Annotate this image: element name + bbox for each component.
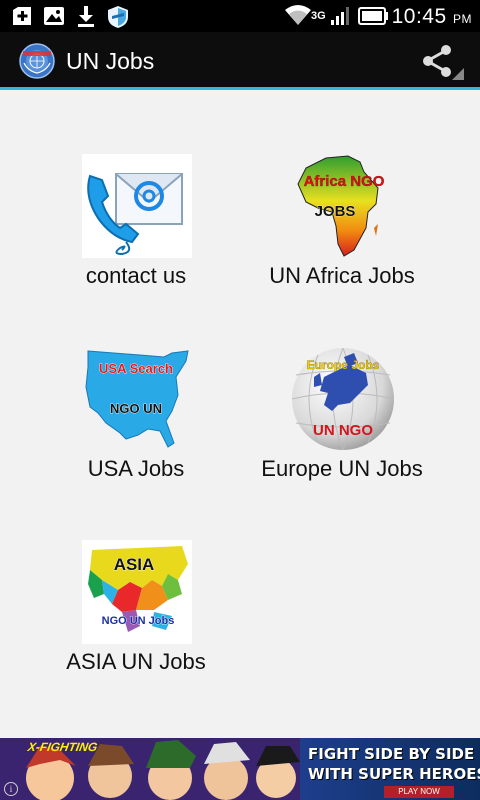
contact-thumbnail	[82, 154, 192, 258]
usa-subtitle-text: NGO UN	[110, 401, 162, 416]
europe-title-text: Europe Jobs	[307, 358, 380, 372]
grid-item-label: Europe UN Jobs	[261, 456, 423, 481]
grid-item-contact-us[interactable]: contact us	[26, 154, 246, 314]
ad-info-icon[interactable]: i	[4, 782, 18, 796]
ad-play-now-button[interactable]: PLAY NOW	[384, 786, 454, 798]
asia-title-text: ASIA	[114, 555, 155, 574]
europe-globe-icon: Europe Jobs UN NGO	[291, 347, 395, 451]
usa-map-icon: USA Search NGO UN	[85, 350, 189, 448]
asia-thumbnail: ASIA NGO UN Jobs	[82, 540, 192, 644]
add-box-icon	[13, 7, 31, 25]
network-type-label: 3G	[311, 10, 326, 22]
grid-item-un-africa-jobs[interactable]: Africa NGO JOBS UN Africa Jobs	[232, 154, 452, 314]
app-title: UN Jobs	[66, 48, 155, 74]
europe-thumbnail: Europe Jobs UN NGO	[288, 347, 398, 451]
grid-item-asia-un-jobs[interactable]: ASIA NGO UN Jobs ASIA UN Jobs	[26, 540, 246, 700]
asia-subtitle-text: NGO UN Jobs	[102, 615, 175, 627]
status-bar: 3G 10:45 PM	[0, 0, 480, 32]
share-button[interactable]	[418, 42, 466, 82]
europe-subtitle-text: UN NGO	[313, 422, 373, 439]
clock: 10:45 PM	[392, 5, 472, 29]
battery-icon	[358, 7, 388, 25]
africa-map-icon: Africa NGO JOBS	[297, 155, 385, 257]
ad-banner[interactable]: X-FIGHTING FIGHT SIDE BY SIDE WITH SUPER…	[0, 738, 480, 800]
grid-item-usa-jobs[interactable]: USA Search NGO UN USA Jobs	[26, 347, 246, 507]
action-bar: UN Jobs	[0, 32, 480, 90]
app-logo-icon[interactable]	[19, 43, 55, 79]
share-icon	[423, 45, 464, 80]
shield-icon	[108, 6, 128, 28]
usa-thumbnail: USA Search NGO UN	[82, 347, 192, 451]
grid-item-label: ASIA UN Jobs	[66, 649, 206, 674]
download-icon	[78, 6, 94, 27]
asia-map-icon: ASIA NGO UN Jobs	[88, 546, 188, 632]
africa-thumbnail: Africa NGO JOBS	[288, 154, 398, 258]
grid-item-europe-un-jobs[interactable]: Europe Jobs UN NGO Europe UN Jobs	[232, 347, 452, 507]
usa-title-text: USA Search	[99, 361, 173, 376]
contact-phone-mail-icon	[87, 173, 183, 256]
grid-item-label: UN Africa Jobs	[269, 263, 415, 288]
app-screen: 3G 10:45 PM UN Jobs contact us Africa NG…	[0, 0, 480, 800]
wifi-icon	[285, 5, 311, 25]
ad-brand: X-FIGHTING	[26, 740, 99, 754]
grid-item-label: USA Jobs	[87, 456, 185, 481]
clock-ampm: PM	[453, 12, 472, 26]
africa-title-text: Africa NGO	[304, 173, 385, 190]
signal-icon	[331, 7, 349, 25]
clock-time: 10:45	[391, 5, 447, 28]
ad-headline-2: WITH SUPER HEROES	[308, 765, 480, 783]
ad-headline-1: FIGHT SIDE BY SIDE	[308, 745, 475, 763]
image-icon	[44, 7, 64, 25]
africa-jobs-text: JOBS	[315, 203, 356, 220]
grid-item-label: contact us	[85, 263, 187, 288]
